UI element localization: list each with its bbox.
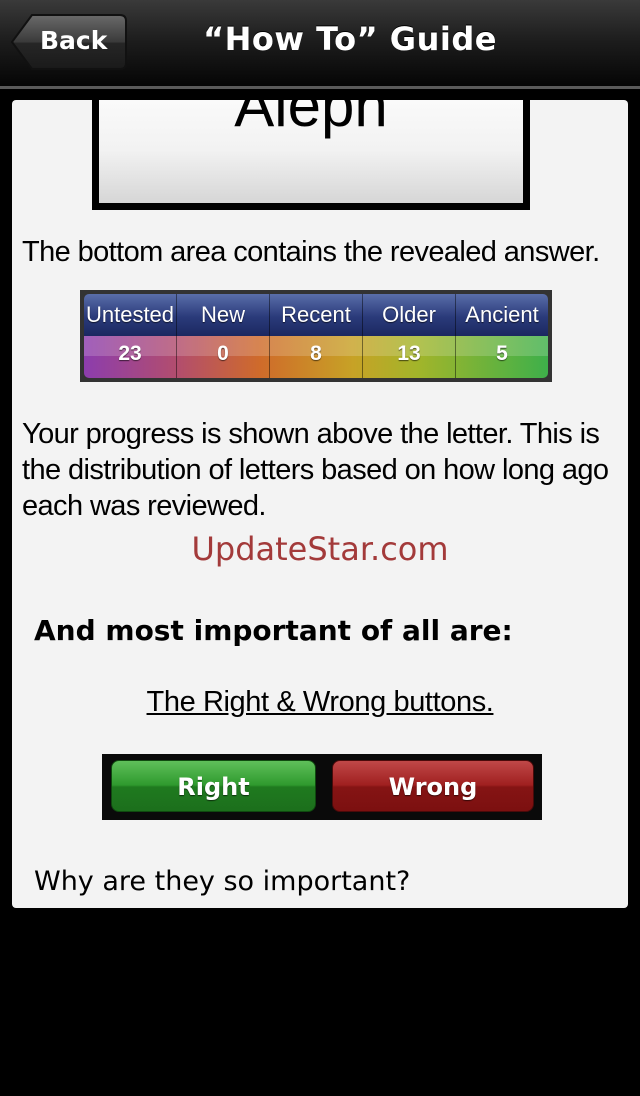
question-text: Why are they so important? <box>34 866 411 897</box>
letter-card: Aleph <box>92 100 530 210</box>
progress-values: 23 0 8 13 5 <box>84 336 548 378</box>
watermark: UpdateStar.com <box>191 530 449 568</box>
back-button[interactable]: Back <box>10 13 128 71</box>
wrong-button[interactable]: Wrong <box>332 760 534 812</box>
progress-header-untested: Untested <box>84 294 177 336</box>
guide-content: Aleph The bottom area contains the revea… <box>12 100 628 908</box>
answer-description: The bottom area contains the revealed an… <box>22 236 600 268</box>
back-label: Back <box>40 26 108 55</box>
progress-header-ancient: Ancient <box>465 302 539 327</box>
progress-value-older: 13 <box>363 336 456 378</box>
section-heading: And most important of all are: <box>34 614 513 647</box>
progress-header-recent: Recent <box>270 294 363 336</box>
progress-headers: Untested New Recent Older Ancient <box>84 294 548 336</box>
right-button[interactable]: Right <box>111 760 316 812</box>
letter-name: Aleph <box>234 100 388 139</box>
buttons-link[interactable]: The Right & Wrong buttons. <box>12 686 628 719</box>
screen: Back “How To” Guide Aleph The bottom are… <box>0 0 640 1096</box>
progress-header-older: Older <box>363 294 456 336</box>
progress-table: Untested New Recent Older Ancient 23 0 8… <box>80 290 552 382</box>
letter-card-face: Aleph <box>99 100 523 203</box>
progress-value-recent: 8 <box>270 336 363 378</box>
progress-description: Your progress is shown above the letter.… <box>22 418 609 522</box>
progress-header-new: New <box>177 294 270 336</box>
page-title: “How To” Guide <box>203 20 497 58</box>
progress-value-ancient: 5 <box>496 342 508 365</box>
progress-value-untested: 23 <box>84 336 177 378</box>
nav-bar: Back “How To” Guide <box>0 0 640 89</box>
demo-button-bar: Right Wrong <box>102 754 542 820</box>
progress-value-new: 0 <box>177 336 270 378</box>
progress-table-inner: Untested New Recent Older Ancient 23 0 8… <box>84 294 548 378</box>
